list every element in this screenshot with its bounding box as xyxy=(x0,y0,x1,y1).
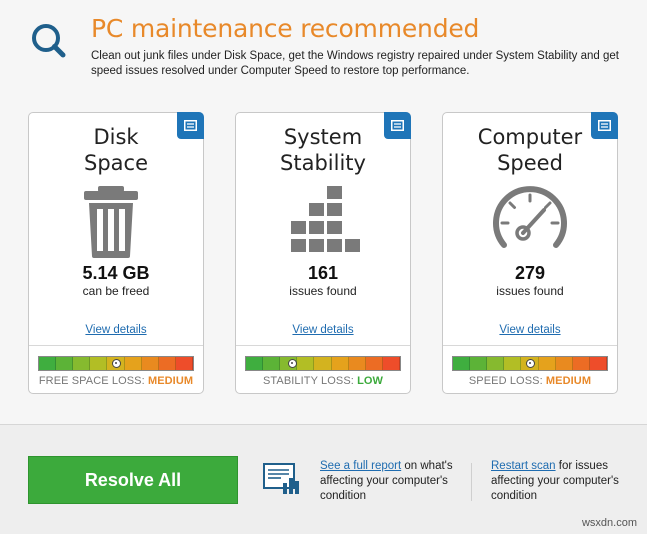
magnifier-icon xyxy=(32,24,66,58)
loss-meter xyxy=(38,356,194,371)
card-caption: can be freed xyxy=(82,284,150,298)
header: PC maintenance recommended Clean out jun… xyxy=(0,0,647,95)
card-value: 161 xyxy=(307,263,339,283)
speedometer-icon xyxy=(493,186,567,248)
card-caption: issues found xyxy=(496,284,564,298)
loss-status: FREE SPACE LOSS: MEDIUM xyxy=(38,375,194,387)
resolve-all-button[interactable]: Resolve All xyxy=(28,456,238,504)
view-details-link[interactable]: View details xyxy=(29,324,203,336)
card-title: Disk Space xyxy=(84,125,148,175)
footer-divider xyxy=(471,463,472,501)
restart-scan-link[interactable]: Restart scan xyxy=(491,460,556,472)
card-divider xyxy=(443,345,617,346)
view-details-link[interactable]: View details xyxy=(443,324,617,336)
loss-status: STABILITY LOSS: LOW xyxy=(262,375,384,387)
loss-level: MEDIUM xyxy=(147,375,194,387)
registry-blocks-icon xyxy=(291,186,360,252)
disk-space-card: Disk Space 5.14 GB can be freed View det… xyxy=(28,112,204,394)
computer-speed-card: Computer Speed 279 issues found View det… xyxy=(442,112,618,394)
card-title: System Stability xyxy=(280,125,366,175)
meter-knob xyxy=(112,359,121,368)
page-subtitle: Clean out junk files under Disk Space, g… xyxy=(91,50,619,77)
loss-level: MEDIUM xyxy=(545,375,592,387)
full-report-link[interactable]: See a full report xyxy=(320,460,401,472)
footer-bar: Resolve All See a full report on what's … xyxy=(0,424,647,534)
system-stability-card: System Stability 161 issues found View d… xyxy=(235,112,411,394)
loss-status: SPEED LOSS: MEDIUM xyxy=(468,375,592,387)
meter-knob xyxy=(288,359,297,368)
watermark: wsxdn.com xyxy=(581,517,637,529)
view-details-link[interactable]: View details xyxy=(236,324,410,336)
loss-level: LOW xyxy=(357,375,384,387)
card-divider xyxy=(29,345,203,346)
trash-icon xyxy=(84,186,138,258)
meter-knob xyxy=(526,359,535,368)
card-divider xyxy=(236,345,410,346)
page-title: PC maintenance recommended xyxy=(91,14,480,43)
card-value: 279 xyxy=(514,263,546,283)
card-caption: issues found xyxy=(289,284,357,298)
restart-scan-text: Restart scan for issues affecting your c… xyxy=(491,460,619,502)
report-icon[interactable] xyxy=(263,463,303,495)
card-title: Computer Speed xyxy=(477,125,583,175)
loss-meter xyxy=(452,356,608,371)
full-report-text: See a full report on what's affecting yo… xyxy=(320,460,453,502)
card-value: 5.14 GB xyxy=(82,263,150,283)
loss-meter xyxy=(245,356,401,371)
